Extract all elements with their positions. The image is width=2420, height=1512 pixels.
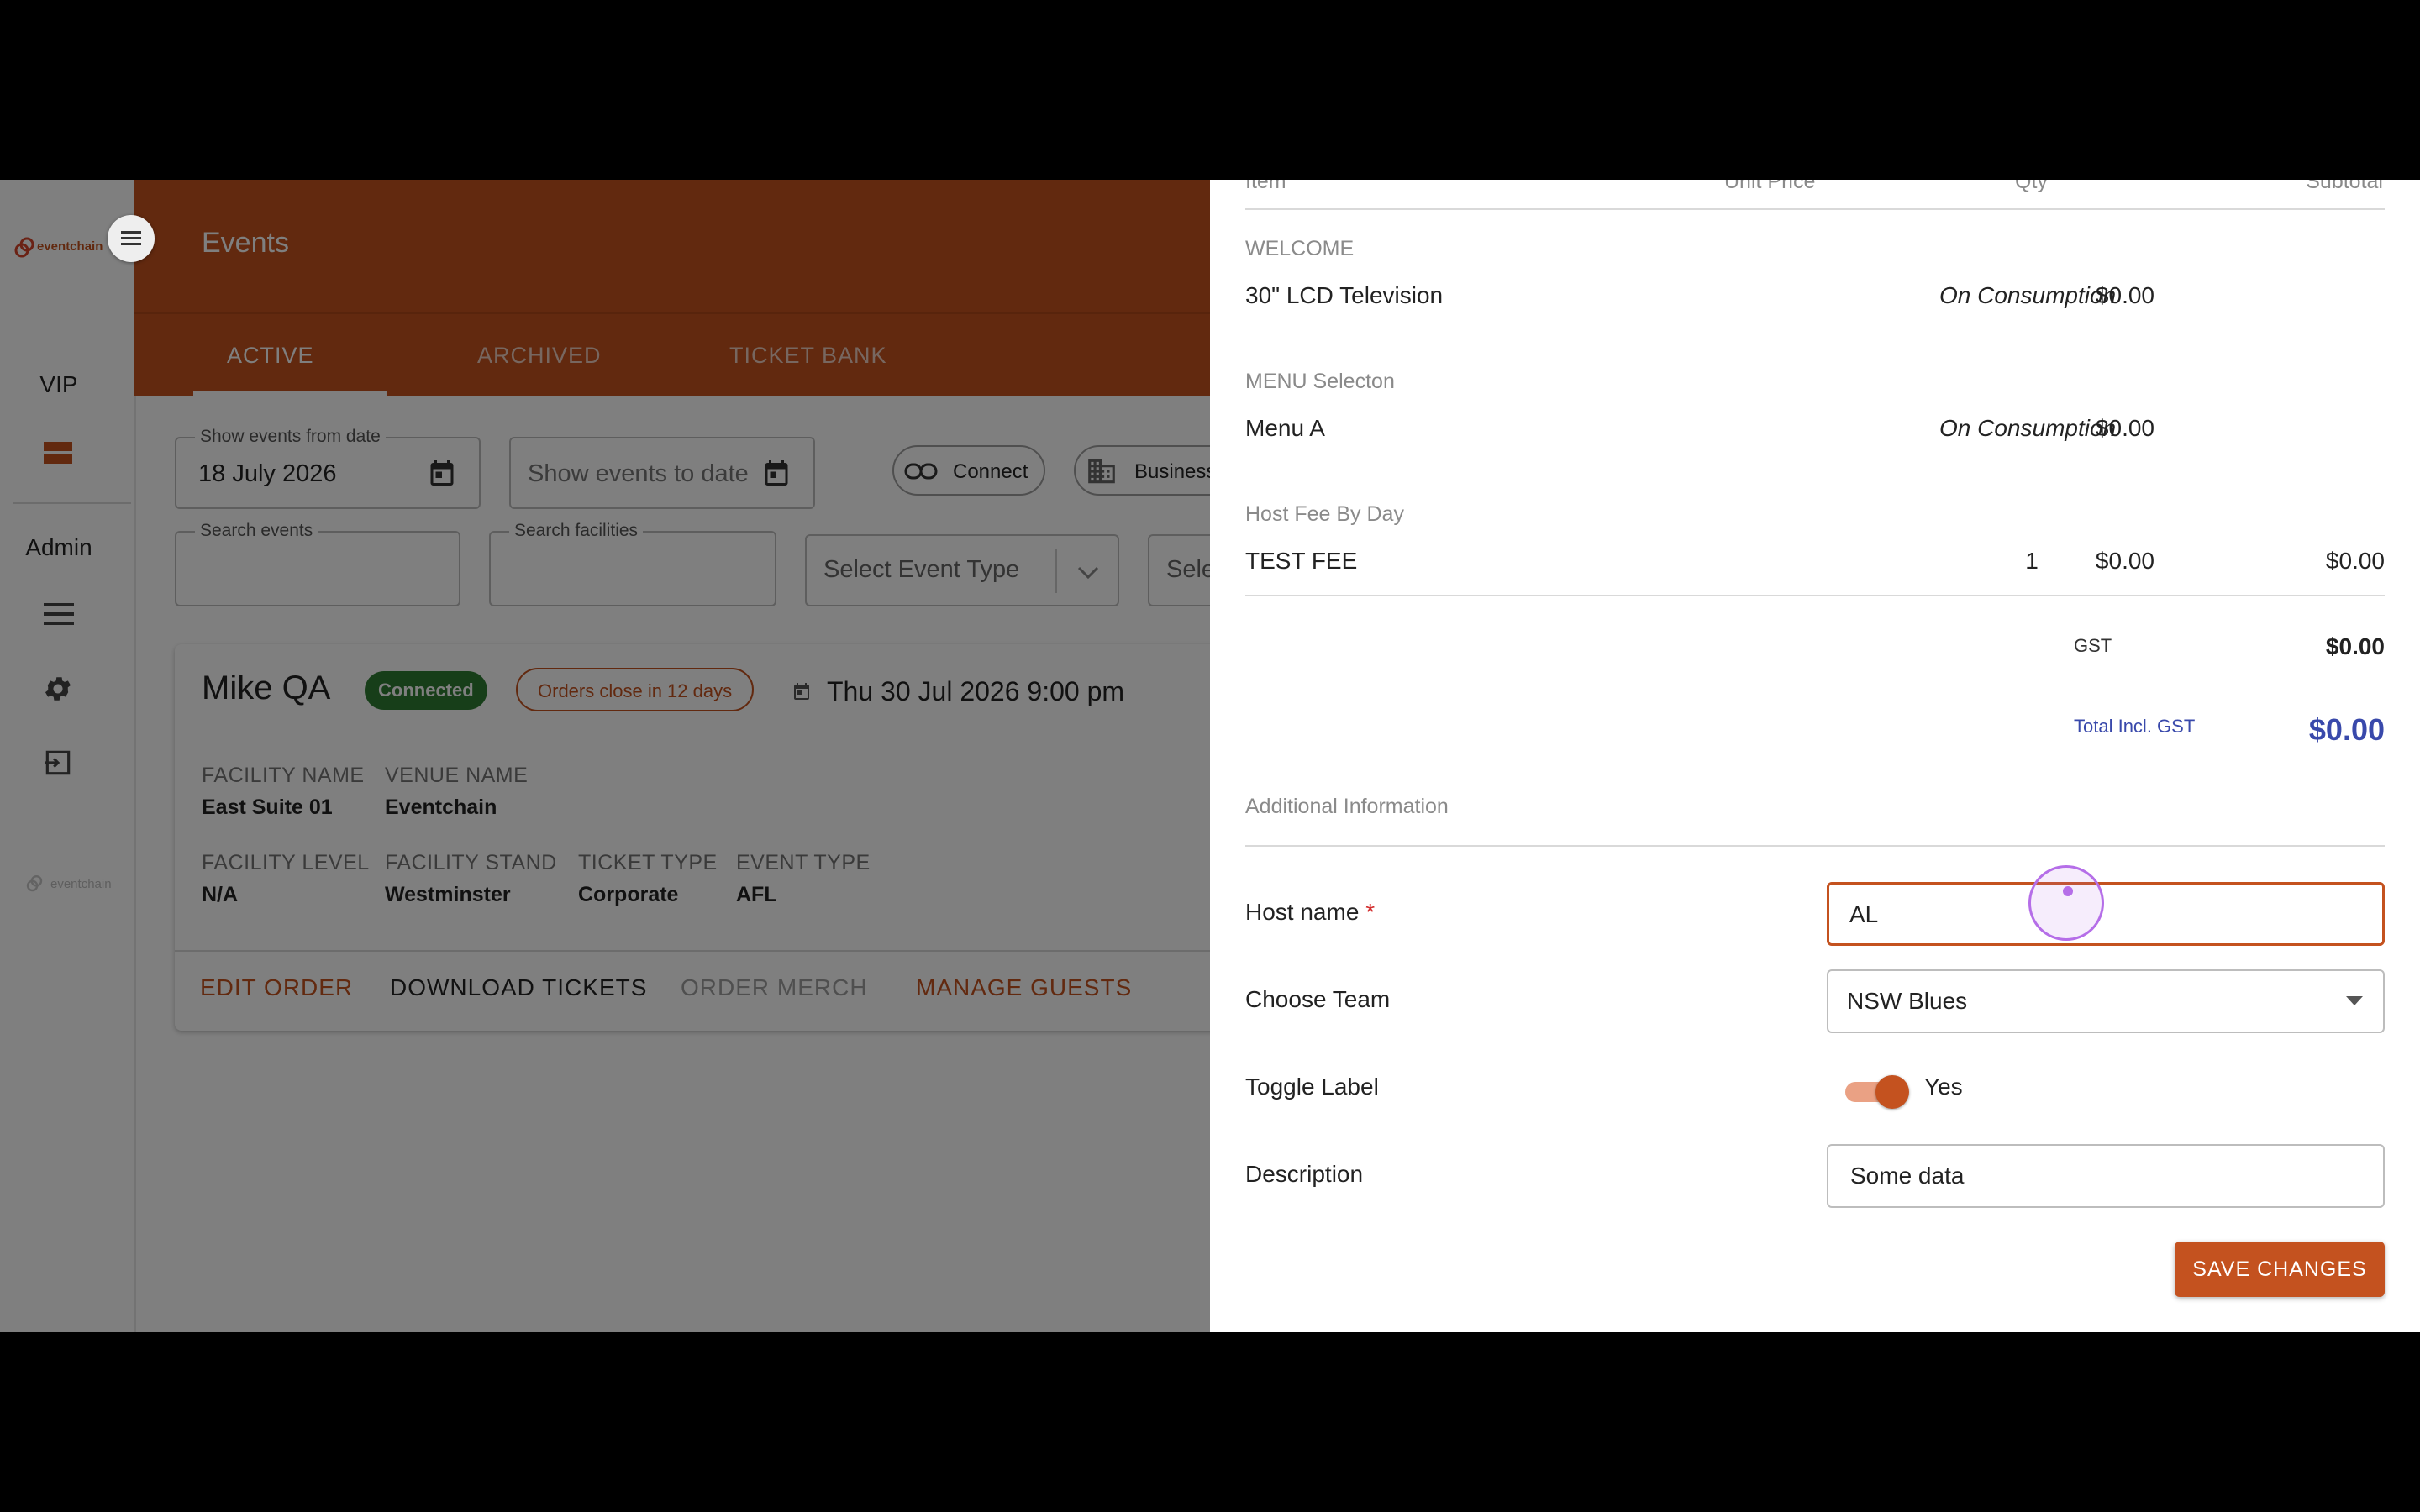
gst-value: $0.00 [2325, 633, 2385, 659]
menu-toggle-button[interactable] [108, 215, 155, 262]
line-item-qty: 1 [2025, 548, 2039, 574]
column-header-item: Item [1245, 180, 1286, 193]
column-header-qty: Qty [2015, 180, 2048, 193]
choose-team-label: Choose Team [1245, 986, 1391, 1012]
section-heading: WELCOME [1245, 237, 1355, 260]
section-heading: MENU Selecton [1245, 370, 1395, 393]
host-name-label-text: Host name [1245, 899, 1360, 925]
line-item-qty: On Consumption [1939, 282, 2117, 308]
header-divider [1245, 208, 2385, 210]
line-item-subtotal: $0.00 [2325, 548, 2385, 574]
toggle-label: Toggle Label [1245, 1074, 1379, 1100]
line-item-name: 30" LCD Television [1245, 282, 1444, 308]
hamburger-icon [121, 231, 141, 245]
total-label: Total Incl. GST [2074, 716, 2196, 737]
total-value: $0.00 [2308, 712, 2385, 747]
modal-backdrop[interactable] [0, 180, 1210, 1332]
host-name-input[interactable]: AL [1827, 882, 2385, 946]
line-item-name: TEST FEE [1245, 548, 1358, 574]
dropdown-arrow-icon [2346, 996, 2363, 1005]
line-item-qty: On Consumption [1939, 415, 2117, 441]
gst-label: GST [2074, 635, 2112, 656]
team-select[interactable]: NSW Blues [1827, 969, 2385, 1033]
additional-divider [1245, 845, 2385, 847]
order-side-panel: Item Unit Price Qty Subtotal WELCOME 30"… [1210, 180, 2420, 1332]
team-select-value: NSW Blues [1847, 988, 1968, 1014]
column-header-subtotal: Subtotal [2306, 180, 2383, 193]
required-marker: * [1365, 899, 1376, 925]
host-name-value: AL [1849, 901, 1879, 927]
line-item-name: Menu A [1245, 415, 1325, 441]
line-item-price: $0.00 [2095, 548, 2154, 574]
toggle-switch[interactable] [1845, 1074, 1909, 1109]
toggle-state-text: Yes [1924, 1074, 1963, 1100]
items-divider [1245, 595, 2385, 596]
description-input[interactable]: Some data [1827, 1144, 2385, 1208]
description-label: Description [1245, 1161, 1364, 1187]
column-header-unit-price: Unit Price [1724, 180, 1816, 193]
app-window: eventchain VIP Admin eventchain [0, 180, 2420, 1332]
host-name-label: Host name * [1245, 899, 1375, 926]
additional-info-heading: Additional Information [1245, 795, 1449, 818]
description-value: Some data [1850, 1163, 1965, 1189]
save-changes-button[interactable]: SAVE CHANGES [2175, 1242, 2385, 1297]
click-cursor-indicator [2028, 865, 2104, 941]
section-heading: Host Fee By Day [1245, 502, 1404, 526]
